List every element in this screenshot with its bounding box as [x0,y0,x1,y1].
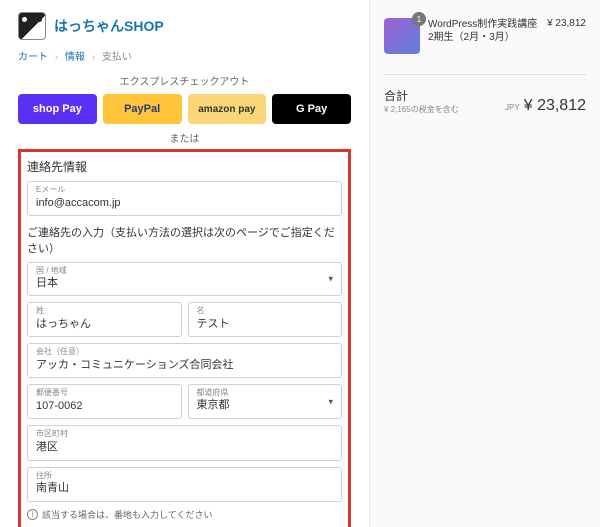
prefecture-select[interactable]: 都道府県 東京都 [188,384,343,419]
email-field[interactable]: Eメール [27,181,342,216]
express-checkout-title: エクスプレスチェックアウト [18,73,351,88]
tax-note: ¥ 2,165の税金を含む [384,104,459,115]
shipping-heading: ご連絡先の入力（支払い方法の選択は次のページでご指定ください） [27,224,342,256]
city-input[interactable] [36,440,333,454]
breadcrumb-info[interactable]: 情報 [65,52,85,63]
address-input[interactable] [36,481,333,495]
currency-code: JPY [505,103,520,112]
cart-total-row: 合計 ¥ 2,165の税金を含む JPY ¥ 23,812 [384,74,586,115]
shop-name: はっちゃんSHOP [54,16,164,36]
cart-item: 1 WordPress制作実践講座2期生（2月・3月） ¥ 23,812 [384,18,586,54]
postal-input[interactable] [36,399,173,413]
form-highlight: 連絡先情報 Eメール ご連絡先の入力（支払い方法の選択は次のページでご指定くださ… [18,149,351,527]
express-divider: または [18,130,351,145]
address-field[interactable]: 住所 [27,467,342,502]
contact-heading: 連絡先情報 [27,158,342,175]
postal-field[interactable]: 郵便番号 [27,384,182,419]
breadcrumb: カート › 情報 › 支払い [18,48,351,63]
breadcrumb-cart[interactable]: カート [18,52,48,63]
firstname-field[interactable]: 名 [188,302,343,337]
email-label: Eメール [36,186,333,195]
paypal-button[interactable]: PayPal [103,94,182,124]
cart-item-thumbnail: 1 [384,18,420,54]
cart-item-qty-badge: 1 [412,12,426,26]
shop-logo-icon [18,12,46,40]
google-pay-button[interactable]: G Pay [272,94,351,124]
lastname-input[interactable] [36,317,173,331]
breadcrumb-pay: 支払い [102,52,132,63]
total-amount: ¥ 23,812 [524,97,586,115]
address-hint: i 該当する場合は、番地も入力してください [27,508,342,521]
info-icon: i [27,509,38,520]
cart-item-name: WordPress制作実践講座2期生（2月・3月） [428,18,539,44]
lastname-field[interactable]: 姓 [27,302,182,337]
country-select[interactable]: 国 / 地域 日本 [27,262,342,296]
amazon-pay-button[interactable]: amazon pay [188,94,267,124]
total-label: 合計 [384,87,459,104]
company-field[interactable]: 会社（任意） [27,343,342,378]
firstname-input[interactable] [197,317,334,331]
cart-item-price: ¥ 23,812 [547,18,586,29]
city-field[interactable]: 市区町村 [27,425,342,460]
shop-header: はっちゃんSHOP [18,12,351,40]
email-input[interactable] [36,196,333,210]
company-input[interactable] [36,358,333,372]
shop-pay-button[interactable]: shop Pay [18,94,97,124]
